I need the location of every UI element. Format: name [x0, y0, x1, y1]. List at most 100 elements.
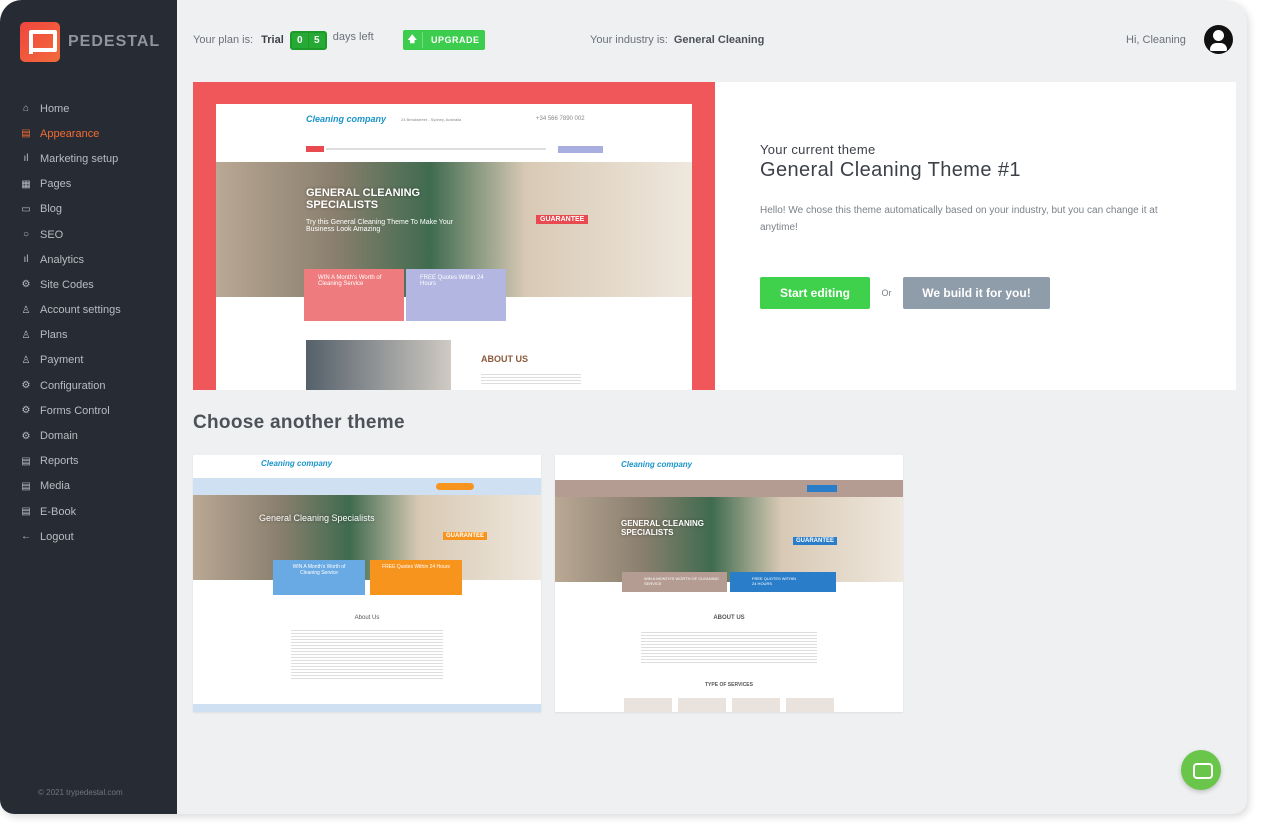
- preview-logo: Cleaning company: [261, 459, 333, 468]
- current-theme-card: Cleaning company 24 Breakstreet - Sydney…: [193, 82, 1236, 390]
- sidebar-item-home[interactable]: ⌂ Home: [20, 96, 121, 121]
- upgrade-label: UPGRADE: [431, 35, 480, 45]
- preview-badge: GUARANTEE: [443, 532, 488, 540]
- preview-hero-title: GENERAL CLEANING SPECIALISTS: [306, 187, 421, 211]
- plan-label: Your plan is:: [193, 34, 254, 46]
- sidebar-item-payment[interactable]: ♙ Payment: [20, 348, 121, 373]
- sidebar-item-site-codes[interactable]: ⚙ Site Codes: [20, 272, 121, 297]
- sidebar-item-e-book[interactable]: ▤ E-Book: [20, 499, 121, 524]
- sidebar-item-label: Plans: [40, 329, 68, 342]
- brand-name: PEDESTAL: [68, 33, 161, 50]
- arrow-left-icon: ←: [21, 531, 31, 543]
- sidebar-item-label: Logout: [40, 530, 74, 543]
- sidebar-item-label: Domain: [40, 430, 78, 443]
- preview-box: FREE Quotes Within 24 Hours: [370, 560, 462, 595]
- sidebar-item-label: Appearance: [40, 127, 100, 140]
- sidebar-nav: ⌂ Home ▤ Appearance ıl Marketing setup ▦ Pages ▭…: [20, 96, 121, 549]
- industry-value: General Cleaning: [673, 34, 765, 46]
- greeting: Hi, Cleaning: [1126, 34, 1186, 46]
- we-build-it-button[interactable]: We build it for you!: [903, 277, 1050, 309]
- user-icon: ♙: [21, 354, 31, 366]
- preview-phone: +34 566 7890 002: [536, 116, 585, 122]
- days-digit: 5: [308, 32, 325, 48]
- sidebar-item-seo[interactable]: ○ SEO: [20, 222, 121, 247]
- theme-thumbnail[interactable]: Cleaning company GENERAL CLEANING SPECIA…: [555, 455, 903, 712]
- bar-chart-icon: ıl: [23, 153, 29, 165]
- preview-hero-title: GENERAL CLEANING SPECIALISTS: [621, 519, 704, 537]
- days-suffix: days left: [332, 31, 374, 43]
- sidebar-item-label: E-Book: [40, 505, 77, 518]
- arrow-up-icon: 🡅: [403, 32, 423, 48]
- sidebar-item-configuration[interactable]: ⚙ Configuration: [20, 373, 121, 398]
- sidebar-item-label: Media: [40, 480, 70, 493]
- days-counter: 05: [289, 30, 327, 50]
- upgrade-button[interactable]: 🡅 UPGRADE: [403, 30, 485, 50]
- sidebar-item-label: Analytics: [40, 253, 85, 266]
- sidebar-item-label: Site Codes: [40, 278, 94, 291]
- preview-hero-title: General Cleaning Specialists: [259, 513, 375, 523]
- book-icon: ▤: [21, 506, 31, 518]
- preview-box: WIN A Month's Worth of Cleaning Service: [304, 269, 404, 321]
- preview-about: ABOUT US: [481, 354, 528, 364]
- preview-services: TYPE OF SERVICES: [705, 682, 753, 688]
- sidebar-item-label: Blog: [40, 203, 63, 216]
- sidebar-item-label: Home: [40, 102, 70, 115]
- days-digit: 0: [291, 32, 308, 48]
- sidebar-item-label: SEO: [40, 228, 64, 241]
- brand-logo[interactable]: PEDESTAL: [20, 22, 160, 62]
- sidebar-item-domain[interactable]: ⚙ Domain: [20, 423, 121, 448]
- search-icon: ○: [22, 229, 30, 241]
- sidebar-item-reports[interactable]: ▤ Reports: [20, 449, 121, 474]
- sidebar-item-analytics[interactable]: ıl Analytics: [20, 247, 121, 272]
- current-theme-info: Your current theme General Cleaning Them…: [760, 142, 1180, 309]
- sidebar-item-plans[interactable]: ♙ Plans: [20, 323, 121, 348]
- user-icon: ♙: [21, 329, 31, 341]
- preview-about: About Us: [354, 615, 380, 621]
- sidebar-item-media[interactable]: ▤ Media: [20, 474, 121, 499]
- sidebar-item-blog[interactable]: ▭ Blog: [20, 197, 121, 222]
- pages-icon: ▦: [21, 178, 31, 190]
- current-theme-preview[interactable]: Cleaning company 24 Breakstreet - Sydney…: [193, 82, 715, 390]
- gear-icon: ⚙: [21, 430, 31, 442]
- sidebar-item-label: Reports: [40, 455, 79, 468]
- industry-info: Your industry is: General Cleaning: [590, 30, 764, 50]
- preview-badge: GUARANTEE: [793, 537, 838, 545]
- preview-box: WIN A MONTH'S WORTH OF CLEANING SERVICE: [622, 572, 727, 592]
- sidebar-item-marketing-setup[interactable]: ıl Marketing setup: [20, 146, 121, 171]
- pedestal-logo-icon: [20, 22, 60, 62]
- report-icon: ▤: [21, 455, 31, 467]
- theme-thumbnail[interactable]: Cleaning company General Cleaning Specia…: [193, 455, 541, 712]
- industry-label: Your industry is:: [590, 34, 668, 46]
- bar-chart-icon: ıl: [23, 254, 29, 266]
- app-frame: PEDESTAL ⌂ Home ▤ Appearance ıl Marketing set…: [0, 0, 1247, 814]
- copyright: © 2021 trypedestal.com: [38, 788, 123, 797]
- sidebar: PEDESTAL ⌂ Home ▤ Appearance ıl Marketing set…: [0, 0, 177, 814]
- user-avatar-icon[interactable]: [1204, 25, 1233, 54]
- preview-badge: GUARANTEE: [536, 215, 589, 224]
- preview-logo: Cleaning company: [306, 114, 387, 124]
- sidebar-item-label: Marketing setup: [40, 152, 119, 165]
- plan-info: Your plan is: Trial 05 days left: [193, 30, 374, 50]
- sidebar-item-label: Forms Control: [40, 404, 110, 417]
- sidebar-item-logout[interactable]: ← Logout: [20, 524, 121, 549]
- sidebar-item-appearance[interactable]: ▤ Appearance: [20, 121, 121, 146]
- current-theme-title: General Cleaning Theme #1: [760, 159, 1021, 181]
- sidebar-item-pages[interactable]: ▦ Pages: [20, 172, 121, 197]
- chat-button-icon[interactable]: [1181, 750, 1221, 790]
- or-label: Or: [881, 288, 892, 298]
- top-bar: Your plan is: Trial 05 days left 🡅 UPGRAD…: [193, 30, 1247, 50]
- preview-hero-sub: Try this General Cleaning Theme To Make …: [306, 219, 453, 233]
- sidebar-item-forms-control[interactable]: ⚙ Forms Control: [20, 398, 121, 423]
- sidebar-item-account-settings[interactable]: ♙ Account settings: [20, 298, 121, 323]
- current-theme-description: Hello! We chose this theme automatically…: [760, 205, 1158, 233]
- sidebar-item-label: Pages: [40, 178, 72, 191]
- sidebar-item-label: Configuration: [40, 379, 106, 392]
- preview-box: WIN A Month's Worth of Cleaning Service: [273, 560, 365, 595]
- current-theme-label: Your current theme: [760, 142, 876, 157]
- sidebar-item-label: Account settings: [40, 304, 121, 317]
- choose-theme-heading: Choose another theme: [193, 412, 405, 433]
- user-icon: ♙: [21, 304, 31, 316]
- gear-icon: ⚙: [21, 279, 31, 291]
- start-editing-button[interactable]: Start editing: [760, 277, 870, 309]
- plan-name: Trial: [261, 34, 284, 46]
